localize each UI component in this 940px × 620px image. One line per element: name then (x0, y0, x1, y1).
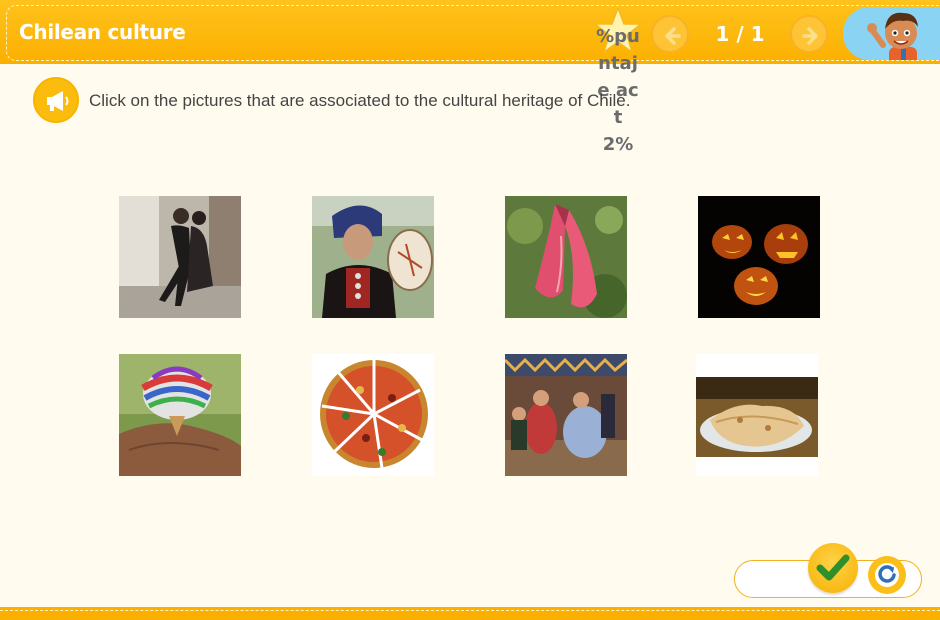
check-answer-button[interactable] (808, 543, 858, 593)
page-counter: 1 / 1 (715, 22, 765, 46)
footer-bar (0, 607, 940, 620)
megaphone-icon (47, 91, 69, 111)
next-button[interactable] (790, 15, 828, 53)
spinning-top-image (119, 354, 241, 476)
checkmark-icon (816, 554, 850, 581)
arrow-right-icon (802, 27, 818, 45)
picture-pizza[interactable] (312, 354, 434, 476)
copihue-flower-image (505, 196, 627, 318)
picture-copihue-flower[interactable] (505, 196, 627, 318)
reset-button[interactable] (868, 556, 906, 594)
reset-icon (875, 563, 899, 587)
previous-button[interactable] (651, 15, 689, 53)
instruction-text: Click on the pictures that are associate… (89, 91, 631, 110)
audio-button[interactable] (33, 77, 79, 123)
picture-halloween-pumpkins[interactable] (698, 196, 820, 318)
boy-mascot-icon (867, 12, 918, 60)
picture-tango-dancers[interactable] (119, 196, 241, 318)
mascot-panel (843, 7, 940, 60)
picture-empanadas[interactable] (696, 354, 818, 476)
header-bar: Chilean culture %puntaje act 2% 1 / 1 (0, 0, 940, 155)
tango-dancers-image (119, 196, 241, 318)
activity-title: Chilean culture (19, 20, 186, 44)
empanadas-image (696, 354, 818, 476)
picture-mapuche-woman-with-drum[interactable] (312, 196, 434, 318)
arrow-left-icon (665, 27, 681, 45)
picture-cueca-fiesta-painting[interactable] (505, 354, 627, 476)
cueca-fiesta-painting-image (505, 354, 627, 476)
picture-spinning-top[interactable] (119, 354, 241, 476)
mapuche-woman-with-drum-image (312, 196, 434, 318)
halloween-pumpkins-image (698, 196, 820, 318)
pizza-image (312, 354, 434, 476)
